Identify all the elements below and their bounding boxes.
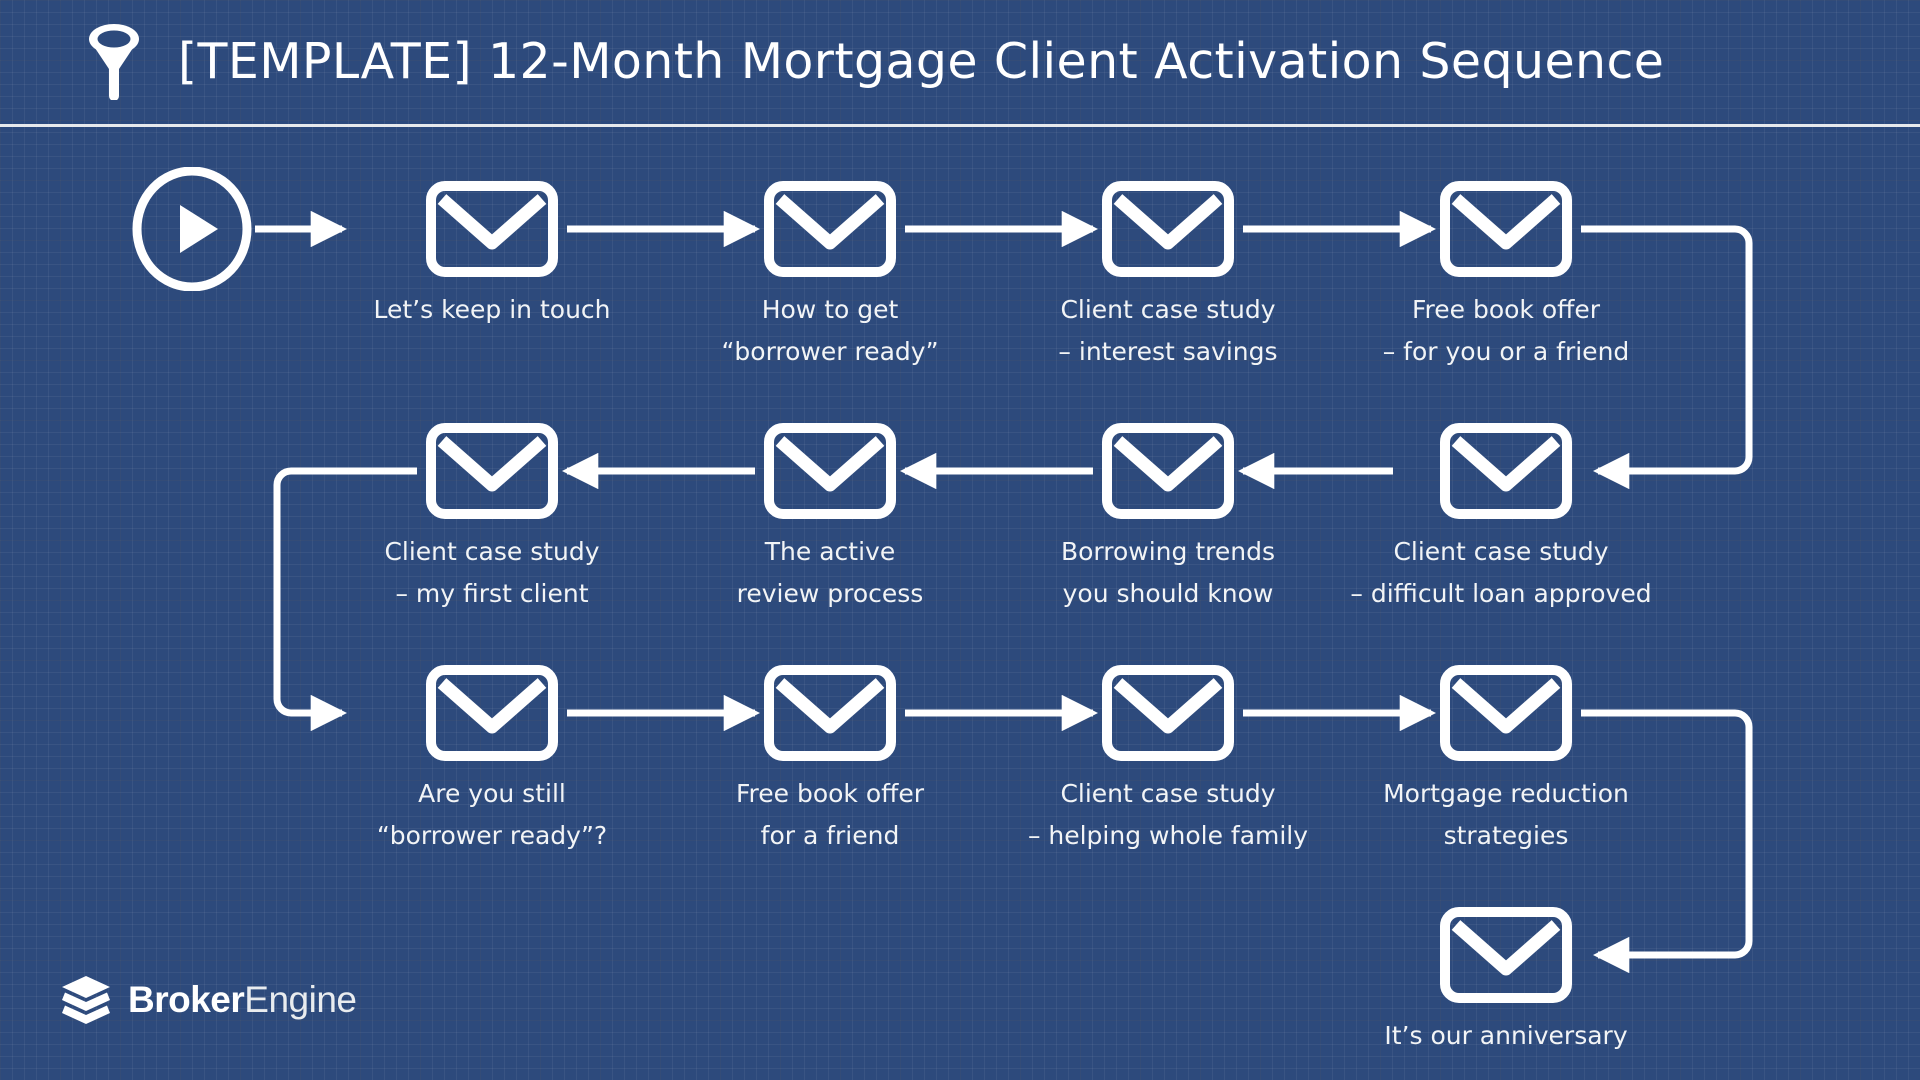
node-label-line2: – interest savings (1058, 337, 1278, 366)
node-label-line2: – difficult loan approved (1350, 579, 1652, 608)
node-label-line1: Are you still (418, 779, 566, 808)
node-label-r3c1: Are you still “borrower ready”? (342, 773, 642, 857)
node-label-line1: Borrowing trends (1060, 537, 1275, 566)
play-circle-icon[interactable] (130, 167, 254, 291)
node-label-r2c4: Client case study – difficult loan appro… (1346, 531, 1656, 615)
envelope-icon[interactable] (1102, 181, 1234, 277)
node-label-r2c1: Client case study – my first client (342, 531, 642, 615)
node-label-line2: “borrower ready” (721, 337, 939, 366)
header: [TEMPLATE] 12-Month Mortgage Client Acti… (0, 0, 1920, 127)
brand-wordmark: BrokerEngine (128, 979, 357, 1021)
node-label-line2: review process (736, 579, 924, 608)
brand-light: Engine (244, 979, 357, 1020)
node-label-line1: Free book offer (1411, 295, 1601, 324)
envelope-icon[interactable] (1102, 423, 1234, 519)
node-label-line2: – for you or a friend (1382, 337, 1630, 366)
email-sequence-flowchart: Let’s keep in touch How to get “borrower… (0, 126, 1920, 1080)
funnel-icon (89, 24, 139, 100)
envelope-icon[interactable] (764, 181, 896, 277)
node-label-line1: Mortgage reduction (1383, 779, 1629, 808)
node-label-line1: Free book offer (735, 779, 925, 808)
node-label-r1c2: How to get “borrower ready” (680, 289, 980, 373)
node-label-r4c1: It’s our anniversary (1356, 1015, 1656, 1057)
node-label-r2c2: The active review process (680, 531, 980, 615)
node-label-line2: strategies (1443, 821, 1569, 850)
envelope-icon[interactable] (426, 665, 558, 761)
node-label-line2: – my first client (395, 579, 589, 608)
envelope-icon[interactable] (1102, 665, 1234, 761)
slide-canvas: [TEMPLATE] 12-Month Mortgage Client Acti… (0, 0, 1920, 1080)
envelope-icon[interactable] (1440, 665, 1572, 761)
node-label-r1c1: Let’s keep in touch (342, 289, 642, 331)
envelope-icon[interactable] (1440, 907, 1572, 1003)
node-label-line2: you should know (1062, 579, 1274, 608)
node-label-line1: Client case study (384, 537, 600, 566)
node-label-r1c3: Client case study – interest savings (1018, 289, 1318, 373)
node-label-line1: Client case study (1060, 295, 1276, 324)
node-label-r1c4: Free book offer – for you or a friend (1356, 289, 1656, 373)
page-title: [TEMPLATE] 12-Month Mortgage Client Acti… (178, 33, 1665, 90)
node-label-r3c4: Mortgage reduction strategies (1356, 773, 1656, 857)
node-label-line1: Client case study (1060, 779, 1276, 808)
stacked-layers-icon (62, 976, 110, 1024)
envelope-icon[interactable] (426, 181, 558, 277)
envelope-icon[interactable] (426, 423, 558, 519)
node-label-line1: It’s our anniversary (1384, 1021, 1628, 1050)
node-label-line1: Client case study (1393, 537, 1609, 566)
node-label-r3c2: Free book offer for a friend (680, 773, 980, 857)
brand-bold: Broker (128, 979, 245, 1020)
envelope-icon[interactable] (1440, 181, 1572, 277)
node-label-r2c3: Borrowing trends you should know (1018, 531, 1318, 615)
envelope-icon[interactable] (764, 665, 896, 761)
node-label-line2: “borrower ready”? (376, 821, 608, 850)
envelope-icon[interactable] (1440, 423, 1572, 519)
node-label-line2: – helping whole family (1027, 821, 1309, 850)
brokerengine-logo: BrokerEngine (58, 968, 357, 1032)
envelope-icon[interactable] (764, 423, 896, 519)
node-label-line1: How to get (761, 295, 899, 324)
node-label-r3c3: Client case study – helping whole family (1008, 773, 1328, 857)
node-label-line2: for a friend (760, 821, 900, 850)
node-label-line1: Let’s keep in touch (373, 295, 611, 324)
node-label-line1: The active (764, 537, 896, 566)
